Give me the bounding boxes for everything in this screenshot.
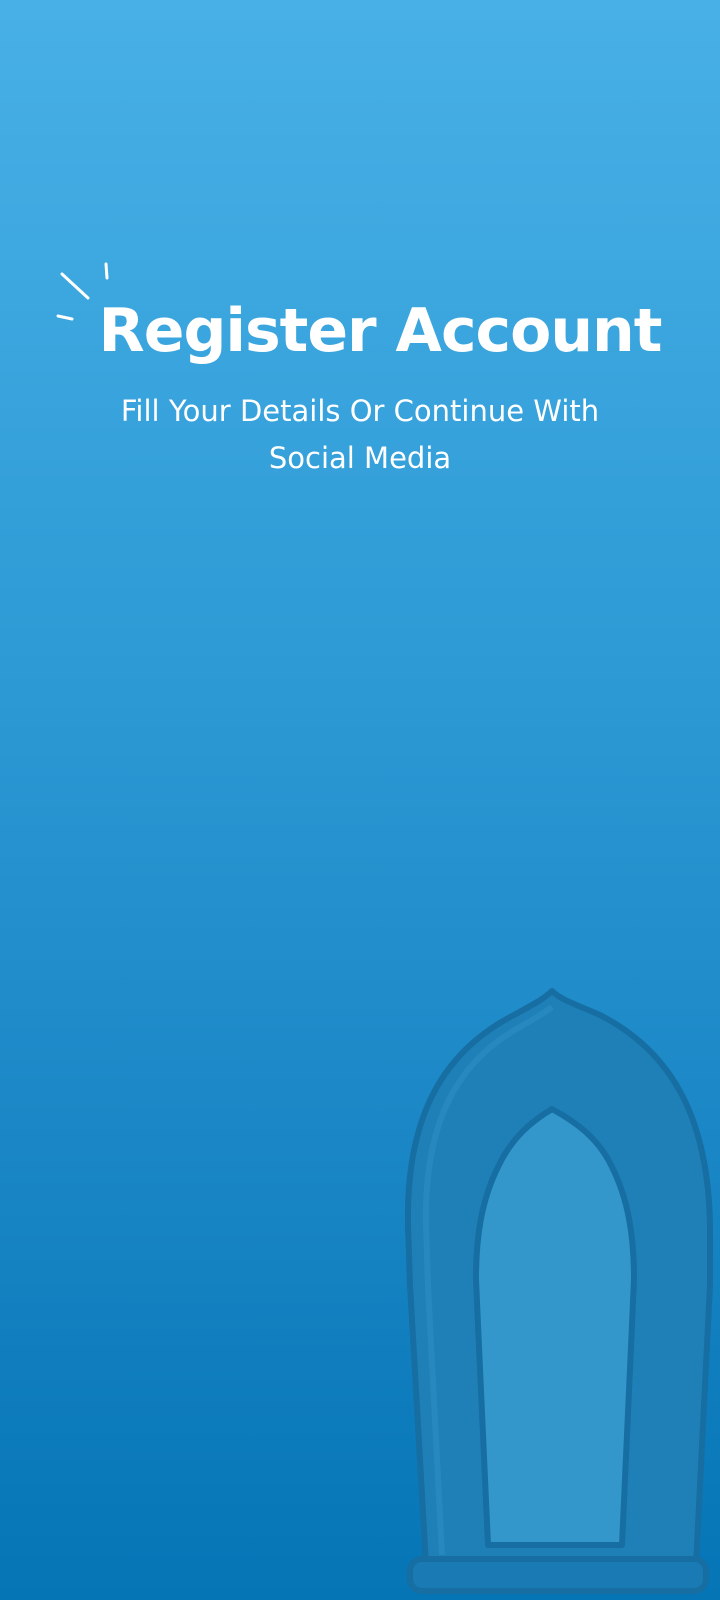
register-screen: Register Account Fill Your Details Or Co… — [0, 0, 720, 1600]
page-subtitle: Fill Your Details Or Continue With Socia… — [120, 394, 600, 475]
page-title: Register Account — [98, 296, 663, 366]
arch-doorway-illustration — [404, 988, 713, 1594]
